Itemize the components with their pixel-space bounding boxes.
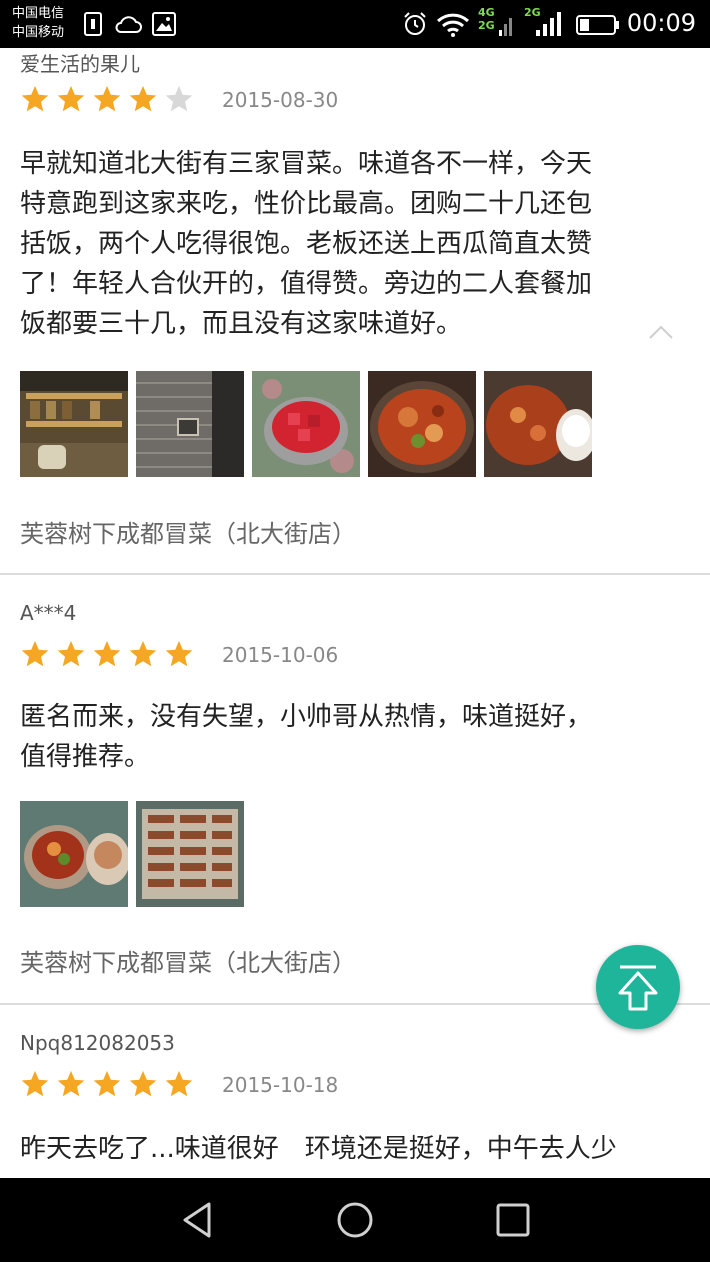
review-text: 匿名而来，没有失望，小帅哥从热情，味道挺好， 值得推荐。 <box>20 697 690 777</box>
review-text: 早就知道北大街有三家冒菜。味道各不一样，今天 特意跑到这家来吃，性价比最高。团购… <box>20 144 690 344</box>
wifi-icon <box>436 13 470 37</box>
stew-bowls-photo[interactable] <box>20 801 128 907</box>
reviewer-name[interactable]: Npq812082053 <box>20 1031 175 1055</box>
star-rating <box>20 639 194 669</box>
brick-wall-photo[interactable] <box>136 371 244 477</box>
cloud-icon <box>115 16 142 33</box>
shop-name-link[interactable]: 芙蓉树下成都冒菜（北大街店） <box>20 943 356 978</box>
recent-apps-square-icon[interactable] <box>493 1200 533 1240</box>
star-filled-icon <box>57 1070 85 1097</box>
star-rating <box>20 1069 194 1099</box>
star-filled-icon <box>165 640 193 667</box>
collapse-chevron-icon[interactable] <box>648 324 674 340</box>
review-text-line: 值得推荐。 <box>20 742 151 772</box>
sim-card-icon <box>84 12 102 36</box>
photo-strip <box>20 801 244 907</box>
review-text: 昨天去吃了...味道很好 环境还是挺好，中午去人少 <box>20 1129 690 1169</box>
star-filled-icon <box>165 1070 193 1097</box>
star-filled-icon <box>93 1070 121 1097</box>
reviewer-name[interactable]: A***4 <box>20 601 76 625</box>
image-icon <box>152 12 176 36</box>
network-type-labels: 4G 2G <box>478 6 495 32</box>
star-filled-icon <box>21 1070 49 1097</box>
shop-name-link[interactable]: 芙蓉树下成都冒菜（北大街店） <box>20 514 356 549</box>
star-filled-icon <box>93 640 121 667</box>
review-text-line: 早就知道北大街有三家冒菜。味道各不一样，今天 <box>20 149 593 179</box>
network-type-2: 2G <box>478 19 495 32</box>
review-text-line: 了！年轻人合伙开的，值得赞。旁边的二人套餐加 <box>20 269 593 299</box>
review-text-line: 特意跑到这家来吃，性价比最高。团购二十几还包 <box>20 189 593 219</box>
restaurant-shelves-photo[interactable] <box>20 371 128 477</box>
carrier-2: 中国移动 <box>12 25 65 40</box>
back-to-top-button[interactable] <box>596 945 680 1029</box>
review-date: 2015-08-30 <box>222 88 339 112</box>
star-filled-icon <box>129 640 157 667</box>
navigation-bar <box>0 1178 710 1262</box>
review-text-line: 匿名而来，没有失望，小帅哥从热情，味道挺好， <box>20 702 593 732</box>
stew-and-rice-photo[interactable] <box>484 371 592 477</box>
spicy-stew-photo[interactable] <box>368 371 476 477</box>
carrier-1: 中国电信 <box>12 6 65 21</box>
home-circle-icon[interactable] <box>335 1200 375 1240</box>
star-empty-icon <box>165 85 193 112</box>
status-bar: 中国电信 中国移动 4G 2G 2G 00:09 <box>0 0 710 48</box>
star-filled-icon <box>57 85 85 112</box>
star-filled-icon <box>57 640 85 667</box>
clock: 00:09 <box>626 9 696 37</box>
photo-strip <box>20 371 592 477</box>
review-text-line: 括饭，两个人吃得很饱。老板还送上西瓜简直太赞 <box>20 229 593 259</box>
menu-board-photo[interactable] <box>136 801 244 907</box>
signal-bars-icon-1 <box>499 18 512 36</box>
star-filled-icon <box>21 640 49 667</box>
review-date: 2015-10-06 <box>222 643 339 667</box>
watermelon-bowl-photo[interactable] <box>252 371 360 477</box>
back-to-top-icon <box>618 965 658 1011</box>
star-filled-icon <box>129 1070 157 1097</box>
review-date: 2015-10-18 <box>222 1073 339 1097</box>
battery-icon <box>576 15 619 35</box>
review-text-line: 饭都要三十几，而且没有这家味道好。 <box>20 309 463 339</box>
alarm-clock-icon <box>404 12 426 35</box>
network-type-1: 4G <box>478 6 495 19</box>
review-text-line: 昨天去吃了...味道很好 环境还是挺好，中午去人少 <box>20 1134 617 1164</box>
star-rating <box>20 84 194 114</box>
signal-bars-icon-2 <box>536 12 561 36</box>
reviewer-name[interactable]: 爱生活的果儿 <box>20 48 140 77</box>
review-divider <box>0 573 710 575</box>
back-triangle-icon[interactable] <box>177 1200 217 1240</box>
carrier-labels: 中国电信 中国移动 <box>12 4 64 42</box>
star-filled-icon <box>93 85 121 112</box>
star-filled-icon <box>21 85 49 112</box>
star-filled-icon <box>129 85 157 112</box>
